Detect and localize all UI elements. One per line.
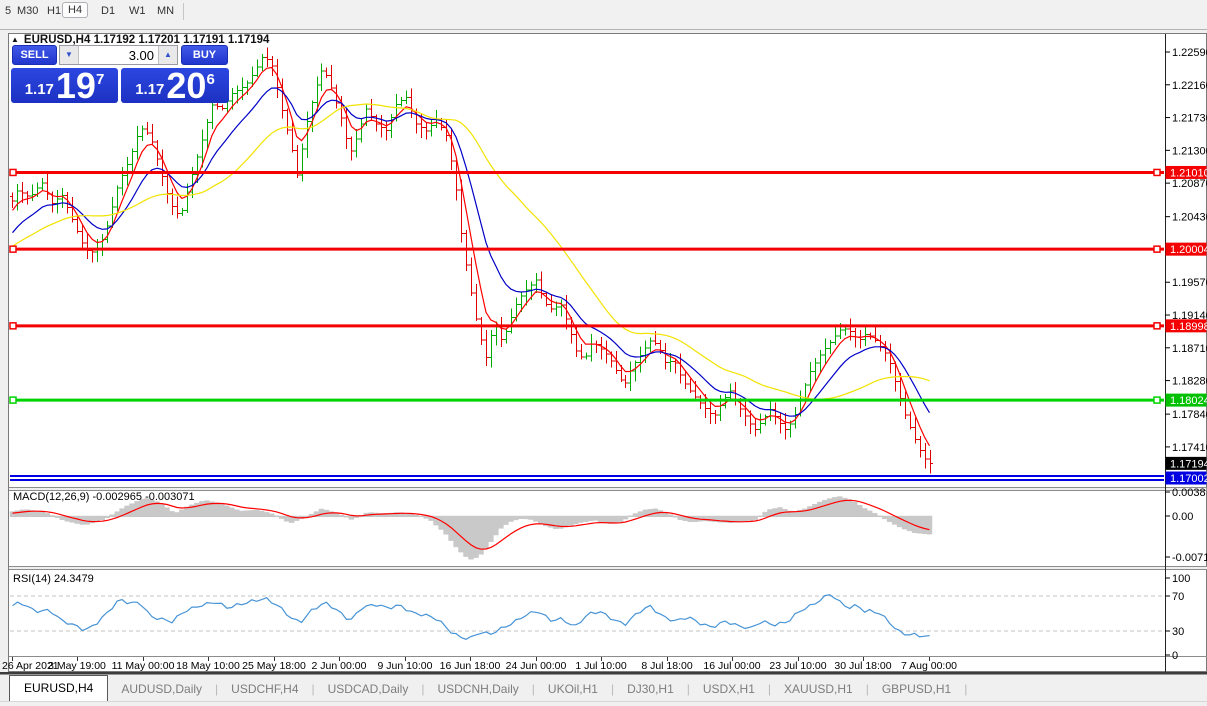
tab-ukoil-h1[interactable]: UKOil,H1 <box>535 678 611 701</box>
time-axis-label: 30 Jul 18:00 <box>834 660 891 672</box>
timeframe-button-5[interactable]: 5 <box>2 3 14 19</box>
price-axis-label: 1.21300 <box>1172 145 1207 157</box>
price-marker-label: 1.21010 <box>1170 167 1207 179</box>
timeframe-button-MN[interactable]: MN <box>154 3 177 19</box>
tab-usdcnh-daily[interactable]: USDCNH,Daily <box>424 678 531 701</box>
rsi-axis-label: 70 <box>1172 591 1184 603</box>
time-axis-label: 1 Jul 10:00 <box>575 660 627 672</box>
chart-window-frame <box>9 34 1207 672</box>
price-axis-label: 1.21730 <box>1172 113 1207 125</box>
timeframe-button-W1[interactable]: W1 <box>126 3 149 19</box>
tab-audusd-daily[interactable]: AUDUSD,Daily <box>108 678 215 701</box>
timeframe-button-H4[interactable]: H4 <box>62 2 88 18</box>
hline-handle[interactable] <box>1154 397 1160 403</box>
hline-handle[interactable] <box>10 169 16 175</box>
timeframe-toolbar: 5M30H1H4D1W1MN <box>0 0 1207 30</box>
volume-decrease-button[interactable]: ▼ <box>60 46 79 64</box>
price-axis-label: 1.17410 <box>1172 442 1207 454</box>
macd-axis-label: 0.00 <box>1172 511 1193 523</box>
volume-input[interactable] <box>79 46 158 64</box>
timeframe-button-M30[interactable]: M30 <box>14 3 41 19</box>
price-axis-label: 1.18280 <box>1172 376 1207 388</box>
rsi-axis-label: 100 <box>1172 573 1190 585</box>
price-axis-label: 1.20870 <box>1172 178 1207 190</box>
hline-handle[interactable] <box>1154 169 1160 175</box>
price-axis-label: 1.18710 <box>1172 343 1207 355</box>
tab-eurusd-h4[interactable]: EURUSD,H4 <box>9 675 108 701</box>
time-axis-label: 9 Jun 10:00 <box>378 660 433 672</box>
tab-xauusd-h1[interactable]: XAUUSD,H1 <box>771 678 866 701</box>
sell-button[interactable]: SELL <box>12 45 57 65</box>
time-axis-label: 11 May 00:00 <box>112 660 175 672</box>
tab-usdcad-daily[interactable]: USDCAD,Daily <box>315 678 422 701</box>
price-axis-label: 1.17840 <box>1172 409 1207 421</box>
time-axis-label: 8 Jul 18:00 <box>641 660 693 672</box>
macd-axis-label: 0.003873 <box>1172 487 1207 499</box>
buy-price-prefix: 1.17 <box>135 81 164 98</box>
sell-quote-button[interactable]: 1.17 19 7 <box>11 68 118 103</box>
time-axis-label: 23 Jul 10:00 <box>769 660 826 672</box>
hline-handle[interactable] <box>1154 323 1160 329</box>
price-marker-label: 1.17194 <box>1170 458 1207 470</box>
tab-dj30-h1[interactable]: DJ30,H1 <box>614 678 687 701</box>
buy-button[interactable]: BUY <box>181 45 228 65</box>
price-axis-label: 1.22160 <box>1172 80 1207 92</box>
sell-price-pipette: 7 <box>96 71 104 88</box>
collapse-arrow-icon[interactable]: ▲ <box>11 35 19 44</box>
hline-handle[interactable] <box>10 323 16 329</box>
hline-handle[interactable] <box>1154 246 1160 252</box>
price-axis-label: 1.19570 <box>1172 277 1207 289</box>
price-marker-label: 1.17002 <box>1170 473 1207 485</box>
time-axis-label: 18 May 10:00 <box>176 660 240 672</box>
one-click-trading-panel: SELL ▼ ▲ BUY 1.17 19 7 1.17 20 6 <box>11 45 229 103</box>
price-marker-label: 1.20004 <box>1170 244 1207 256</box>
tab-gbpusd-h1[interactable]: GBPUSD,H1 <box>869 678 964 701</box>
tab-separator: | <box>964 682 967 701</box>
sell-price-prefix: 1.17 <box>25 81 54 98</box>
buy-price-pipette: 6 <box>206 71 214 88</box>
chart-window-bottom-border <box>0 672 1207 675</box>
sell-price-big: 19 <box>56 70 96 102</box>
rsi-indicator-label: RSI(14) 24.3479 <box>13 573 94 585</box>
price-axis-label: 1.22590 <box>1172 47 1207 59</box>
tab-usdchf-h4[interactable]: USDCHF,H4 <box>218 678 311 701</box>
hline-handle[interactable] <box>10 246 16 252</box>
volume-increase-button[interactable]: ▲ <box>158 46 177 64</box>
time-axis-label: 16 Jun 18:00 <box>440 660 501 672</box>
status-bar <box>0 701 1207 706</box>
price-marker-label: 1.18024 <box>1170 395 1207 407</box>
pane-separator-gap <box>9 567 1207 569</box>
price-marker-label: 1.18998 <box>1170 321 1207 333</box>
buy-quote-button[interactable]: 1.17 20 6 <box>121 68 229 103</box>
time-axis-label: 16 Jul 00:00 <box>703 660 760 672</box>
pane-separator-gap <box>9 488 1207 490</box>
time-axis-label: 7 Aug 00:00 <box>901 660 957 672</box>
tab-usdx-h1[interactable]: USDX,H1 <box>690 678 768 701</box>
time-axis-label: 3 May 19:00 <box>48 660 106 672</box>
rsi-axis-label: 0 <box>1172 650 1178 662</box>
symbol-tab-bar: EURUSD,H4AUDUSD,Daily|USDCHF,H4|USDCAD,D… <box>0 676 1207 701</box>
volume-stepper: ▼ ▲ <box>59 45 178 65</box>
price-axis-label: 1.20430 <box>1172 212 1207 224</box>
time-axis-label: 24 Jun 00:00 <box>506 660 567 672</box>
time-axis-label: 25 May 18:00 <box>242 660 306 672</box>
hline-handle[interactable] <box>10 397 16 403</box>
rsi-axis-label: 30 <box>1172 626 1184 638</box>
mt4-application-window: 1.22590 1.22160 1.21730 1.21300 1.20870 1.204… <box>0 0 1207 706</box>
macd-axis-label: -0.00719 <box>1172 552 1207 564</box>
timeframe-button-D1[interactable]: D1 <box>98 3 118 19</box>
toolbar-separator <box>183 3 184 20</box>
macd-indicator-label: MACD(12,26,9) -0.002965 -0.003071 <box>13 491 195 503</box>
time-axis-label: 2 Jun 00:00 <box>312 660 367 672</box>
buy-price-big: 20 <box>166 70 206 102</box>
